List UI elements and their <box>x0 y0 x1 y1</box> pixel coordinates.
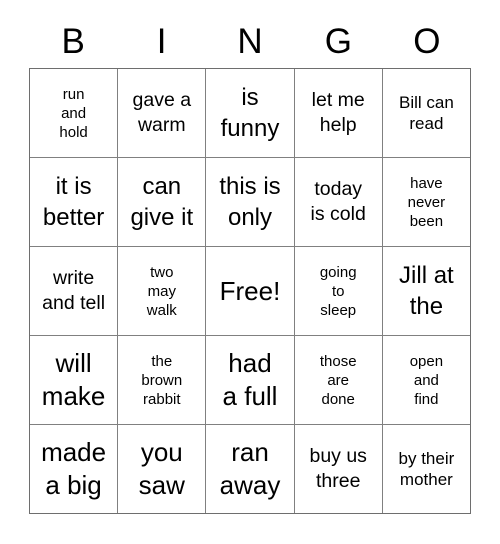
bingo-cell[interactable]: by their mother <box>382 425 470 513</box>
bingo-cell-text: have never been <box>407 174 446 230</box>
bingo-cell[interactable]: it is better <box>30 158 118 246</box>
bingo-cell-text: Free! <box>219 275 281 306</box>
bingo-cell-text: this is only <box>219 173 281 231</box>
bingo-cell[interactable]: have never been <box>382 158 470 246</box>
bingo-cell[interactable]: today is cold <box>294 158 382 246</box>
bingo-cell-text: can give it <box>130 173 194 231</box>
bingo-cell-text: let me help <box>311 89 365 136</box>
bingo-cell-text: those are done <box>319 352 357 408</box>
bingo-cell[interactable]: Bill can read <box>382 69 470 157</box>
bingo-cell-text: write and tell <box>42 267 106 314</box>
bingo-header-letter-i: I <box>156 22 167 61</box>
bingo-cell[interactable]: you saw <box>118 425 206 513</box>
bingo-cell[interactable]: the brown rabbit <box>118 336 206 424</box>
bingo-cell[interactable]: open and find <box>382 336 470 424</box>
bingo-cell[interactable]: those are done <box>294 336 382 424</box>
bingo-cell-text: today is cold <box>310 178 366 225</box>
bingo-cell-text: you saw <box>138 437 185 500</box>
bingo-cell-text: ran away <box>219 437 281 500</box>
bingo-cell-text: run and hold <box>59 85 88 141</box>
bingo-grid: run and hold gave a warm is funny let me he… <box>29 68 471 514</box>
bingo-cell[interactable]: gave a warm <box>118 69 206 157</box>
bingo-cell[interactable]: ran away <box>206 425 294 513</box>
bingo-cell-text: two may walk <box>146 263 177 319</box>
bingo-cell[interactable]: is funny <box>206 69 294 157</box>
bingo-cell-text: going to sleep <box>319 263 357 319</box>
bingo-cell-text: will make <box>41 348 106 411</box>
bingo-cell-text: by their mother <box>398 449 455 489</box>
bingo-cell-text: gave a warm <box>132 89 192 136</box>
bingo-cell[interactable]: write and tell <box>30 247 118 335</box>
bingo-cell-text: buy us three <box>309 445 367 492</box>
bingo-cell-text: the brown rabbit <box>141 352 183 408</box>
bingo-cell-text: open and find <box>409 352 444 408</box>
bingo-cell-text: is funny <box>220 84 280 142</box>
bingo-free-space[interactable]: Free! <box>206 247 294 335</box>
bingo-cell-text: made a big <box>41 437 107 500</box>
bingo-cell[interactable]: will make <box>30 336 118 424</box>
bingo-header-letter-b: B <box>61 22 85 61</box>
bingo-cell[interactable]: this is only <box>206 158 294 246</box>
bingo-cell[interactable]: let me help <box>294 69 382 157</box>
bingo-cell[interactable]: can give it <box>118 158 206 246</box>
bingo-header: B I N G O <box>29 18 471 66</box>
bingo-header-letter-g: G <box>324 22 353 61</box>
bingo-cell[interactable]: buy us three <box>294 425 382 513</box>
bingo-cell-text: Jill at the <box>399 262 454 320</box>
bingo-cell[interactable]: made a big <box>30 425 118 513</box>
bingo-cell[interactable]: two may walk <box>118 247 206 335</box>
bingo-header-letter-n: N <box>237 22 263 61</box>
bingo-cell[interactable]: run and hold <box>30 69 118 157</box>
bingo-cell-text: had a full <box>222 348 278 411</box>
bingo-cell[interactable]: going to sleep <box>294 247 382 335</box>
bingo-card: B I N G O run and hold gave a warm is funn… <box>0 0 500 544</box>
bingo-cell[interactable]: Jill at the <box>382 247 470 335</box>
bingo-header-letter-o: O <box>413 22 441 61</box>
bingo-cell-text: Bill can read <box>398 93 454 133</box>
bingo-cell[interactable]: had a full <box>206 336 294 424</box>
bingo-cell-text: it is better <box>42 173 105 231</box>
